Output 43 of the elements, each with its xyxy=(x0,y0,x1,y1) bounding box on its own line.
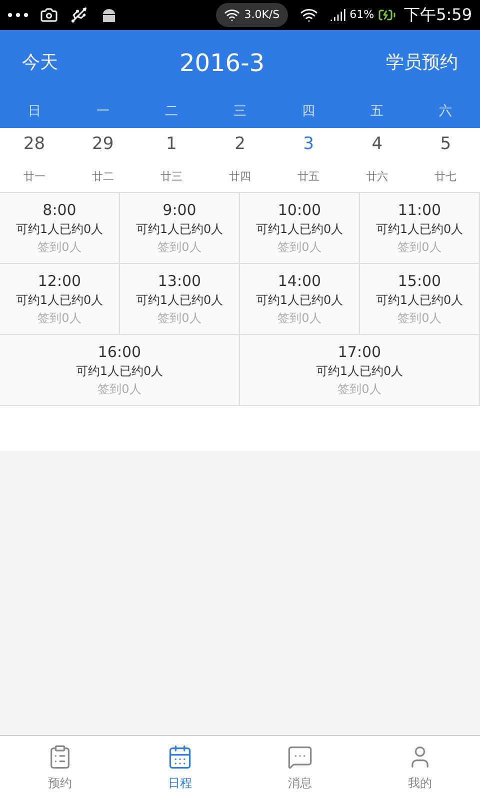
time-slot[interactable]: 12:00 可约1人已约0人 签到0人 xyxy=(0,264,120,334)
battery-percent: 61% xyxy=(350,6,374,23)
calendar-icon xyxy=(167,744,193,770)
calendar-day[interactable]: 28 廿一 xyxy=(0,128,69,192)
usb-icon xyxy=(70,6,88,24)
time-slot[interactable]: 13:00 可约1人已约0人 签到0人 xyxy=(120,264,240,334)
student-booking-button[interactable]: 学员预约 xyxy=(386,49,458,76)
month-title: 2016-3 xyxy=(179,48,264,78)
time-slot[interactable]: 10:00 可约1人已约0人 签到0人 xyxy=(240,193,360,263)
time-slot[interactable]: 14:00 可约1人已约0人 签到0人 xyxy=(240,264,360,334)
calendar-day[interactable]: 3 廿五 xyxy=(274,128,343,192)
time-slot[interactable]: 8:00 可约1人已约0人 签到0人 xyxy=(0,193,120,263)
weekday-label: 日 xyxy=(26,102,42,121)
nav-tab[interactable]: 消息 xyxy=(240,736,360,800)
time-slot[interactable]: 16:00 可约1人已约0人 签到0人 xyxy=(0,335,240,405)
time-slot[interactable]: 17:00 可约1人已约0人 签到0人 xyxy=(240,335,480,405)
nav-tab[interactable]: 我的 xyxy=(360,736,480,800)
camera-icon xyxy=(40,6,58,24)
calendar-day[interactable]: 1 廿三 xyxy=(137,128,206,192)
calendar-day[interactable]: 5 廿七 xyxy=(411,128,480,192)
weekday-label: 一 xyxy=(95,102,110,121)
calendar-day[interactable]: 29 廿二 xyxy=(68,128,138,192)
signal-icon xyxy=(330,7,346,23)
nav-tab[interactable]: 预约 xyxy=(0,736,120,800)
wifi-icon xyxy=(300,6,318,24)
weekday-label: 四 xyxy=(301,102,316,121)
weekday-label: 二 xyxy=(164,102,179,121)
clock: 下午5:59 xyxy=(404,4,472,26)
chat-icon xyxy=(287,744,313,770)
weekday-label: 五 xyxy=(370,102,385,121)
android-icon xyxy=(100,6,118,24)
weekday-label: 六 xyxy=(438,102,454,121)
time-slot[interactable]: 11:00 可约1人已约0人 签到0人 xyxy=(360,193,480,263)
weekday-label: 三 xyxy=(232,102,248,121)
nav-tab[interactable]: 日程 xyxy=(120,736,240,800)
time-slot[interactable]: 15:00 可约1人已约0人 签到0人 xyxy=(360,264,480,334)
today-button[interactable]: 今天 xyxy=(22,49,58,76)
network-speed: 3.0K/S xyxy=(244,6,280,23)
calendar-day[interactable]: 2 廿四 xyxy=(206,128,274,192)
calendar-day[interactable]: 4 廿六 xyxy=(342,128,412,192)
wifi-icon xyxy=(224,7,240,23)
more-icon xyxy=(8,13,28,17)
time-slot[interactable]: 9:00 可约1人已约0人 签到0人 xyxy=(120,193,240,263)
